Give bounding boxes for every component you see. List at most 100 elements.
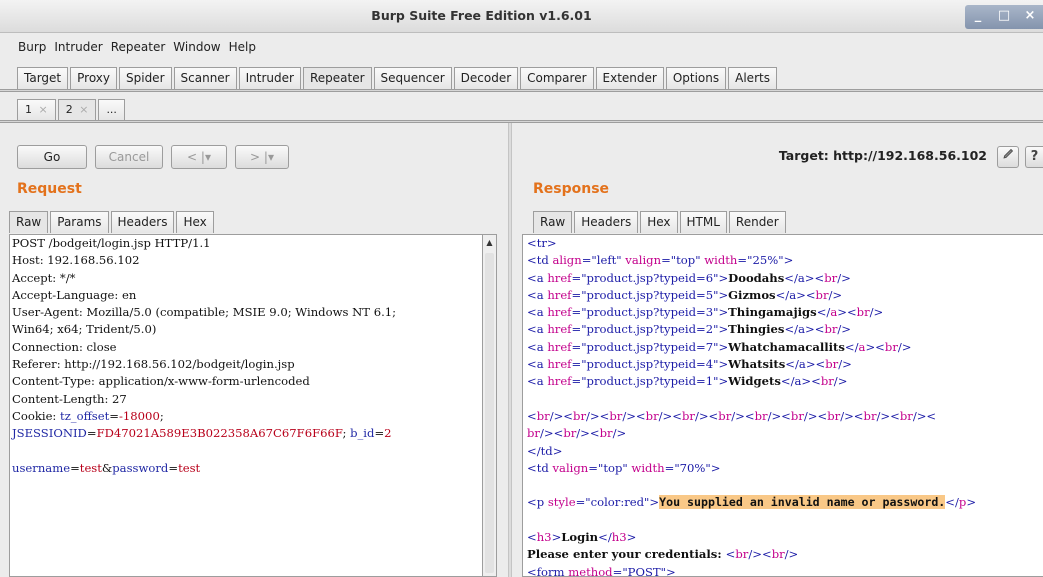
request-tab-hex[interactable]: Hex: [176, 211, 214, 233]
request-line: Content-Type: application/x-www-form-url…: [12, 374, 310, 389]
link-text: Gizmos: [728, 287, 776, 302]
repeater-tab-divider: [0, 120, 1043, 123]
request-tab-raw[interactable]: Raw: [9, 211, 49, 233]
cookie-name: JSESSIONID: [12, 426, 87, 441]
tab-target[interactable]: Target: [17, 67, 69, 89]
tab-comparer[interactable]: Comparer: [520, 67, 594, 89]
response-line: <a href="product.jsp?typeid=2">Thingies<…: [527, 322, 852, 337]
response-line: <br/><br/><br/><br/><br/><br/><br/><br/>…: [527, 408, 937, 423]
repeater-tab-new[interactable]: ...: [98, 99, 125, 120]
cookie-value: 2: [384, 426, 392, 441]
window-title: Burp Suite Free Edition v1.6.01: [371, 8, 592, 23]
response-line: <td valign="top" width="70%">: [527, 460, 721, 475]
tab-alerts[interactable]: Alerts: [728, 67, 777, 89]
response-line: Please enter your credentials: <br/><br/…: [527, 547, 799, 562]
window-title-bar: Burp Suite Free Edition v1.6.01 _ □ ×: [0, 0, 1043, 33]
menu-window[interactable]: Window: [169, 37, 224, 57]
menu-help[interactable]: Help: [225, 37, 260, 57]
request-title: Request: [17, 181, 82, 197]
link-text: Whatchamacallits: [728, 339, 845, 354]
tab-repeater[interactable]: Repeater: [302, 67, 372, 89]
close-icon[interactable]: ×: [39, 103, 48, 116]
response-tab-hex[interactable]: Hex: [640, 211, 678, 233]
response-line: <h3>Login</h3>: [527, 530, 637, 545]
response-tab-render[interactable]: Render: [728, 211, 786, 233]
tab-intruder[interactable]: Intruder: [238, 67, 301, 89]
response-tab-headers[interactable]: Headers: [574, 211, 639, 233]
help-icon[interactable]: ?: [1025, 146, 1043, 168]
response-title: Response: [533, 181, 610, 197]
request-scrollbar[interactable]: ▲: [483, 234, 497, 577]
repeater-tab-1[interactable]: 1 ×: [17, 99, 56, 120]
menu-intruder[interactable]: Intruder: [50, 37, 106, 57]
cookie-name: b_id: [350, 426, 375, 441]
response-line: <a href="product.jsp?typeid=6">Doodahs</…: [527, 270, 851, 285]
menu-bar: Burp Intruder Repeater Window Help: [0, 37, 260, 57]
response-line: <td align="left" valign="top" width="25%…: [527, 253, 794, 268]
request-line: POST /bodgeit/login.jsp HTTP/1.1: [12, 236, 211, 250]
cookie-name: tz_offset: [60, 408, 110, 423]
tab-options[interactable]: Options: [665, 67, 727, 89]
tab-scanner[interactable]: Scanner: [173, 67, 237, 89]
tab-sequencer[interactable]: Sequencer: [373, 67, 452, 89]
param-name: username: [12, 460, 71, 475]
response-line: </td>: [527, 443, 563, 458]
scrollbar-thumb[interactable]: [485, 253, 494, 573]
link-text: Whatsits: [728, 357, 786, 372]
maximize-icon[interactable]: □: [991, 5, 1017, 29]
request-editor[interactable]: POST /bodgeit/login.jsp HTTP/1.1 Host: 1…: [9, 234, 483, 577]
repeater-tab-label: 2: [65, 103, 73, 116]
link-text: Doodahs: [728, 270, 785, 285]
request-tab-headers[interactable]: Headers: [110, 211, 175, 233]
tab-proxy[interactable]: Proxy: [70, 67, 117, 89]
scroll-up-icon[interactable]: ▲: [483, 238, 496, 247]
param-name: password: [112, 460, 169, 475]
minimize-icon[interactable]: _: [965, 5, 991, 29]
back-button[interactable]: < |▾: [171, 145, 227, 169]
response-tab-html[interactable]: HTML: [679, 211, 727, 233]
request-line: Accept-Language: en: [12, 287, 137, 302]
go-button[interactable]: Go: [17, 145, 87, 169]
request-line: User-Agent: Mozilla/5.0 (compatible; MSI…: [12, 305, 397, 320]
cookie-line: JSESSIONID=FD47021A589E3B022358A67C67F6F…: [12, 426, 392, 441]
link-text: Widgets: [728, 374, 781, 389]
cookie-line: Cookie: tz_offset=-18000;: [12, 408, 164, 423]
request-line: Content-Length: 27: [12, 391, 127, 406]
tab-extender[interactable]: Extender: [595, 67, 664, 89]
error-message-highlight: You supplied an invalid name or password…: [659, 495, 946, 510]
tab-decoder[interactable]: Decoder: [453, 67, 519, 89]
main-tab-bar: Target Proxy Spider Scanner Intruder Rep…: [17, 67, 779, 89]
target-label: Target: http://192.168.56.102: [778, 148, 987, 163]
request-tab-params[interactable]: Params: [50, 211, 109, 233]
pencil-icon[interactable]: [997, 146, 1019, 168]
param-value: test: [79, 460, 102, 475]
main-tab-divider: [0, 89, 1043, 92]
menu-repeater[interactable]: Repeater: [107, 37, 170, 57]
response-viewer[interactable]: <tr> <td align="left" valign="top" width…: [522, 234, 1043, 577]
repeater-tab-2[interactable]: 2 ×: [57, 99, 97, 120]
request-line: Connection: close: [12, 339, 117, 354]
menu-burp[interactable]: Burp: [0, 37, 50, 57]
repeater-tab-bar: 1 × 2 × ...: [17, 99, 127, 120]
cancel-button[interactable]: Cancel: [95, 145, 163, 169]
forward-button[interactable]: > |▾: [235, 145, 289, 169]
response-line: <a href="product.jsp?typeid=7">Whatchama…: [527, 339, 912, 354]
body-line: username=test&password=test: [12, 460, 201, 475]
tab-spider[interactable]: Spider: [119, 67, 172, 89]
repeater-tab-label: 1: [25, 103, 32, 116]
link-text: Thingies: [728, 322, 785, 337]
close-icon[interactable]: ×: [79, 103, 88, 116]
cookie-value: FD47021A589E3B022358A67C67F6F66F: [96, 426, 343, 441]
response-tab-raw[interactable]: Raw: [533, 211, 573, 233]
response-line: br/><br/><br/>: [527, 426, 627, 441]
response-tab-bar: Raw Headers Hex HTML Render: [533, 211, 788, 233]
cookie-value: -18000: [119, 408, 160, 423]
response-line: <a href="product.jsp?typeid=4">Whatsits<…: [527, 357, 852, 372]
split-pane-divider[interactable]: [508, 123, 512, 577]
pencil-icon-glyph: [1003, 148, 1014, 159]
response-line: <a href="product.jsp?typeid=5">Gizmos</a…: [527, 287, 843, 302]
request-tab-bar: Raw Params Headers Hex: [9, 211, 216, 233]
close-icon[interactable]: ×: [1017, 5, 1043, 29]
